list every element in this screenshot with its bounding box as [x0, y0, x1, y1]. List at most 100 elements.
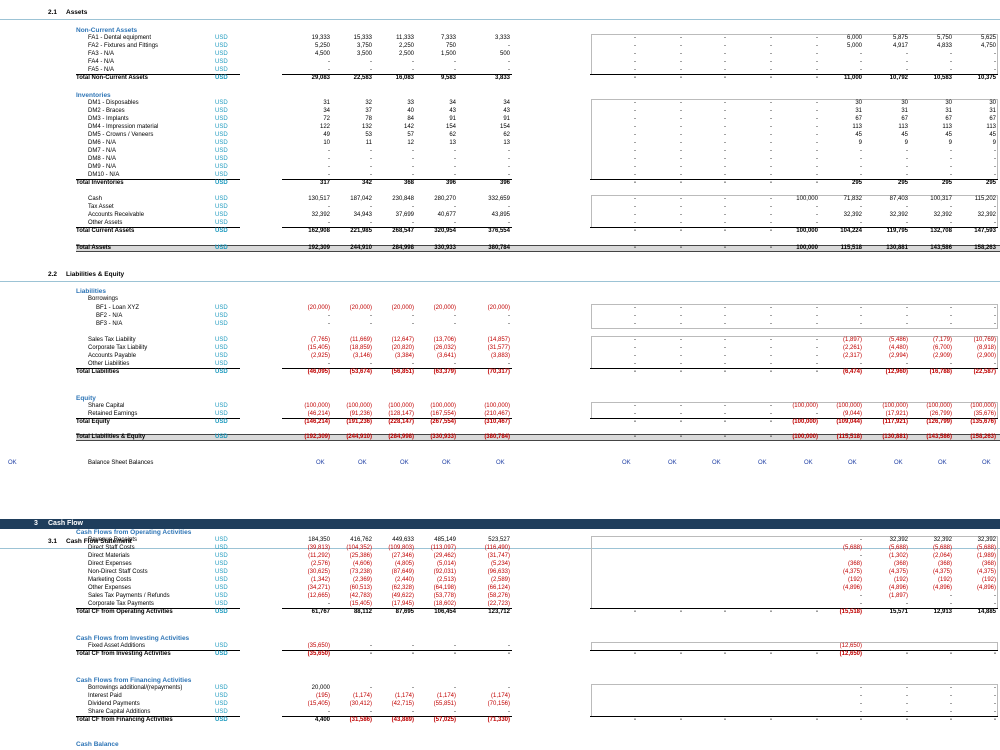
check-ok: OK — [442, 460, 451, 466]
total-row: Total Liabilities USD (46,095) (53,674) (56,… — [0, 369, 1000, 376]
value-cell: 396 — [499, 180, 510, 186]
value-cell: 3,333 — [494, 35, 510, 41]
value-cell: - — [454, 313, 456, 319]
value-cell: - — [508, 685, 510, 691]
check-ok: OK — [316, 460, 325, 466]
currency-cell: USD — [215, 108, 228, 114]
value-cell: 123,712 — [488, 609, 510, 615]
period-value-cell: - — [724, 124, 726, 130]
row-label: Other Assets — [88, 220, 123, 226]
table-row: Interest Paid USD (195) (1,174) (1,174) (1,17… — [0, 693, 1000, 700]
row-label: Total Liabilities & Equity — [76, 434, 146, 440]
period-value-cell: - — [860, 361, 862, 367]
table-row: Corporate Tax Liability USD (15,405) (18,85… — [0, 345, 1000, 352]
period-value-cell: - — [724, 35, 726, 41]
period-value-cell: - — [634, 403, 636, 409]
period-value-cell: (1,897) — [842, 337, 862, 343]
period-value-cell: (10,769) — [973, 337, 996, 343]
row-label: BF3 - N/A — [96, 321, 123, 327]
table-row: Accounts Receivable USD 32,392 34,943 37,699… — [0, 212, 1000, 219]
cash-balance-header: Cash Balance — [76, 741, 119, 748]
period-value-cell: - — [634, 140, 636, 146]
row-label: DM7 - N/A — [88, 148, 117, 154]
currency-cell: USD — [215, 124, 228, 130]
period-value-cell: 147,593 — [974, 228, 996, 234]
row-label: Cash — [88, 196, 103, 202]
table-row: DM9 - N/A USD - - - - - - - - - - - - - - — [0, 164, 1000, 171]
row-label: Retained Earnings — [88, 411, 138, 417]
period-value-cell: - — [634, 132, 636, 138]
period-value-cell: - — [770, 305, 772, 311]
value-cell: 13 — [449, 140, 456, 146]
period-value-cell: (100,000) — [970, 403, 996, 409]
period-value-cell: - — [860, 701, 862, 707]
period-value-cell: (158,263) — [970, 434, 996, 440]
currency-cell: USD — [215, 245, 228, 251]
period-value-cell: (22,587) — [973, 369, 996, 375]
period-value-cell: - — [994, 693, 996, 699]
value-cell: - — [454, 651, 456, 657]
period-value-cell: - — [770, 204, 772, 210]
period-value-cell: - — [770, 148, 772, 154]
period-value-cell: - — [724, 59, 726, 65]
period-value-cell: - — [994, 321, 996, 327]
table-row: DM1 - Disposables USD 31 32 33 34 34- - - - -30 30 3… — [0, 100, 1000, 107]
row-label: DM6 - N/A — [88, 140, 117, 146]
value-cell: (55,851) — [433, 701, 456, 707]
row-label: BF2 - N/A — [96, 313, 123, 319]
table-row: Tax Asset USD - - - - - - - - - - - - - - — [0, 204, 1000, 211]
period-value-cell: (2,261) — [842, 345, 862, 351]
period-value-cell: - — [634, 100, 636, 106]
value-cell: 3,833 — [494, 75, 510, 81]
period-value-cell: 6,000 — [846, 35, 862, 41]
section-divider — [0, 19, 1000, 20]
row-label: Total Assets — [76, 245, 112, 251]
row-label: Total Non-Current Assets — [76, 75, 149, 81]
period-value-cell: - — [724, 148, 726, 154]
value-cell: 43,895 — [491, 212, 510, 218]
currency-cell: USD — [215, 685, 228, 691]
value-cell: (14,857) — [487, 337, 510, 343]
period-value-cell: - — [634, 156, 636, 162]
value-cell: (18,602) — [433, 601, 456, 607]
check-ok: OK — [848, 460, 857, 466]
table-row: Corporate Tax Payments USD - (15,405) (17,94… — [0, 601, 1000, 608]
period-value-cell: 115,202 — [974, 196, 996, 202]
value-cell: 40,677 — [437, 212, 456, 218]
table-row: Borrowings additional/(repayments) USD 20,… — [0, 685, 1000, 692]
row-label: Other Liabilities — [88, 361, 130, 367]
value-cell: 750 — [445, 43, 456, 49]
period-value-cell: - — [770, 228, 772, 234]
check-ok: OK — [712, 460, 721, 466]
value-cell: (113,097) — [430, 545, 456, 551]
check-ok: OK — [668, 460, 677, 466]
period-value-cell: - — [634, 67, 636, 73]
currency-cell: USD — [215, 577, 228, 583]
period-value-cell: - — [634, 148, 636, 154]
period-value-cell: - — [770, 43, 772, 49]
table-row: BF2 - N/A USD - - - - - - - - - - - - - - — [0, 313, 1000, 320]
period-value-cell: - — [860, 164, 862, 170]
table-row: Accounts Payable USD (2,925) (3,146) (3,384)… — [0, 353, 1000, 360]
currency-cell: USD — [215, 651, 228, 657]
period-value-cell: - — [860, 601, 862, 607]
row-label: BF1 - Loan XYZ — [96, 305, 140, 311]
value-cell: - — [454, 321, 456, 327]
row-label: Total Inventories — [76, 180, 124, 186]
table-row: Other Assets USD - - - - - - - - - - - - - - — [0, 220, 1000, 227]
period-value-cell: - — [994, 709, 996, 715]
period-value-cell: - — [724, 116, 726, 122]
currency-cell: USD — [215, 172, 228, 178]
value-cell: - — [508, 156, 510, 162]
section-title-assets: Assets — [66, 9, 88, 16]
check-ok: OK — [804, 460, 813, 466]
value-cell: (1,174) — [490, 693, 510, 699]
value-cell: (66,124) — [487, 585, 510, 591]
period-value-cell: - — [770, 651, 772, 657]
period-value-cell: (2,317) — [842, 353, 862, 359]
table-row: DM6 - N/A USD 10 11 12 13 13- - - - -9 9 9 9 — [0, 140, 1000, 147]
period-value-cell: 71,832 — [843, 196, 862, 202]
period-value-cell: - — [724, 220, 726, 226]
period-value-cell: - — [770, 419, 772, 425]
period-value-cell: (4,896) — [976, 585, 996, 591]
